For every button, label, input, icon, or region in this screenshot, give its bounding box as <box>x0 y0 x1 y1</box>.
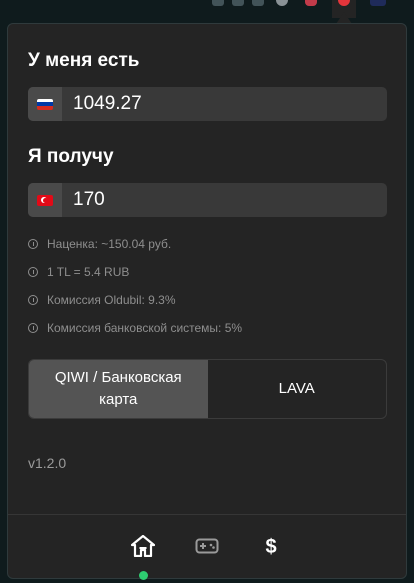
browser-toolbar <box>0 0 414 24</box>
info-markup-text: Наценка: ~150.04 руб. <box>47 237 172 251</box>
info-rate: 1 TL = 5.4 RUB <box>28 265 129 279</box>
extension-icon[interactable] <box>305 0 317 6</box>
get-field[interactable]: 170 <box>28 183 387 217</box>
info-markup: Наценка: ~150.04 руб. <box>28 237 171 251</box>
have-label: У меня есть <box>28 50 140 71</box>
extension-icon[interactable] <box>370 0 386 6</box>
home-icon[interactable] <box>130 533 156 559</box>
bottom-nav: $ <box>8 514 406 580</box>
version-label: v1.2.0 <box>28 455 67 471</box>
info-icon <box>28 239 38 249</box>
info-service-fee-text: Комиссия Oldubil: 9.3% <box>47 293 176 307</box>
extension-icon[interactable] <box>276 0 288 6</box>
info-service-fee: Комиссия Oldubil: 9.3% <box>28 293 176 307</box>
info-icon <box>28 267 38 277</box>
active-nav-indicator <box>139 571 148 580</box>
tr-flag-icon <box>28 183 62 217</box>
dollar-icon[interactable]: $ <box>258 533 284 559</box>
payment-method-toggle: QIWI / Банковская карта LAVA <box>28 359 387 419</box>
info-bank-fee: Комиссия банковской системы: 5% <box>28 321 242 335</box>
gamepad-icon[interactable] <box>194 533 220 559</box>
payment-option-lava[interactable]: LAVA <box>208 360 387 418</box>
get-label: Я получу <box>28 146 114 167</box>
ru-flag-icon <box>28 87 62 121</box>
payment-option-qiwi-card[interactable]: QIWI / Банковская карта <box>29 360 208 418</box>
info-bank-fee-text: Комиссия банковской системы: 5% <box>47 321 243 335</box>
get-amount-input[interactable]: 170 <box>62 189 387 211</box>
info-icon <box>28 323 38 333</box>
payment-option-qiwi-card-label: QIWI / Банковская карта <box>54 369 182 408</box>
extension-icon[interactable] <box>212 0 224 6</box>
extension-icon[interactable] <box>252 0 264 6</box>
payment-option-lava-label: LAVA <box>278 380 315 397</box>
info-icon <box>28 295 38 305</box>
extension-popup: У меня есть 1049.27 Я получу 170 Наценка… <box>7 23 407 580</box>
extension-icon[interactable] <box>232 0 244 6</box>
svg-text:$: $ <box>265 536 276 557</box>
have-amount-input[interactable]: 1049.27 <box>62 93 387 115</box>
info-rate-text: 1 TL = 5.4 RUB <box>47 265 130 279</box>
have-field[interactable]: 1049.27 <box>28 87 387 121</box>
